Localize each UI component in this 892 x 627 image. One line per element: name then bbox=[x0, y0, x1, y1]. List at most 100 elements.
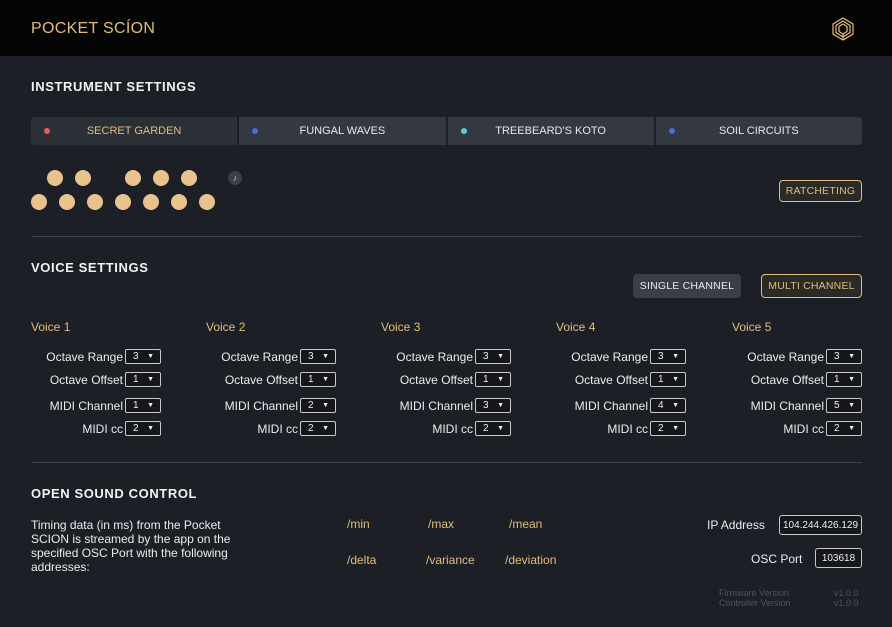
osc-address-max: /max bbox=[428, 517, 455, 531]
tab-secret-garden[interactable]: SECRET GARDEN bbox=[31, 117, 238, 145]
ip-address-label: IP Address bbox=[707, 518, 765, 532]
caret-down-icon: ▼ bbox=[848, 425, 855, 432]
octave-range-row: Octave Range 3 ▼ bbox=[556, 349, 686, 364]
octave-offset-row: Octave Offset 1 ▼ bbox=[381, 372, 511, 387]
blue-dot-icon bbox=[668, 128, 675, 134]
voice-title: Voice 1 bbox=[31, 320, 71, 334]
midi-channel-select[interactable]: 2 ▼ bbox=[300, 398, 336, 413]
tab-label: SECRET GARDEN bbox=[86, 125, 182, 137]
midi-cc-select[interactable]: 2 ▼ bbox=[300, 421, 336, 436]
octave-offset-label: Octave Offset bbox=[574, 373, 648, 387]
osc-port-field[interactable]: 103618 bbox=[815, 548, 862, 568]
octave-offset-select[interactable]: 1 ▼ bbox=[125, 372, 161, 387]
octave-range-label: Octave Range bbox=[221, 350, 298, 364]
octave-offset-label: Octave Offset bbox=[750, 373, 824, 387]
midi-channel-select[interactable]: 4 ▼ bbox=[650, 398, 686, 413]
octave-offset-select[interactable]: 1 ▼ bbox=[300, 372, 336, 387]
octave-range-row: Octave Range 3 ▼ bbox=[31, 349, 161, 364]
music-note-icon[interactable]: ♪ bbox=[228, 171, 242, 185]
octave-offset-label: Octave Offset bbox=[49, 373, 123, 387]
midi-channel-label: MIDI Channel bbox=[49, 399, 123, 413]
step-key[interactable] bbox=[199, 194, 215, 210]
midi-channel-select[interactable]: 3 ▼ bbox=[475, 398, 511, 413]
octave-range-select[interactable]: 3 ▼ bbox=[125, 349, 161, 364]
midi-cc-select[interactable]: 2 ▼ bbox=[475, 421, 511, 436]
step-key[interactable] bbox=[181, 170, 197, 186]
caret-down-icon: ▼ bbox=[322, 425, 329, 432]
voice-3-settings: Voice 3 Octave Range 3 ▼ Octave Offset 1 ▼… bbox=[381, 320, 541, 440]
voice-1-settings: Voice 1 Octave Range 3 ▼ Octave Offset 1 ▼… bbox=[31, 320, 191, 440]
midi-cc-select[interactable]: 2 ▼ bbox=[125, 421, 161, 436]
caret-down-icon: ▼ bbox=[147, 402, 154, 409]
octave-range-select[interactable]: 3 ▼ bbox=[475, 349, 511, 364]
firmware-version-value: v1.0.0 bbox=[834, 588, 859, 598]
octave-range-select[interactable]: 3 ▼ bbox=[650, 349, 686, 364]
step-key[interactable] bbox=[59, 194, 75, 210]
caret-down-icon: ▼ bbox=[147, 376, 154, 383]
osc-address-mean: /mean bbox=[509, 517, 543, 531]
octave-range-label: Octave Range bbox=[747, 350, 824, 364]
octave-range-select[interactable]: 3 ▼ bbox=[826, 349, 862, 364]
single-channel-button[interactable]: SINGLE CHANNEL bbox=[633, 274, 741, 298]
mushroom-logo-icon bbox=[832, 17, 854, 41]
divider bbox=[31, 462, 862, 463]
step-key[interactable] bbox=[47, 170, 63, 186]
octave-range-label: Octave Range bbox=[396, 350, 473, 364]
osc-description: Timing data (in ms) from the Pocket SCIO… bbox=[31, 518, 231, 574]
ip-address-field[interactable]: 104.244.426.129 bbox=[779, 515, 862, 535]
voice-4-settings: Voice 4 Octave Range 3 ▼ Octave Offset 1 ▼… bbox=[556, 320, 716, 440]
blue-dot-icon bbox=[252, 128, 259, 134]
step-key[interactable] bbox=[153, 170, 169, 186]
osc-port-label: OSC Port bbox=[751, 552, 803, 566]
midi-channel-select[interactable]: 5 ▼ bbox=[826, 398, 862, 413]
firmware-version-label: Firmware Version bbox=[719, 588, 790, 598]
midi-cc-label: MIDI cc bbox=[783, 422, 824, 436]
step-key[interactable] bbox=[87, 194, 103, 210]
octave-offset-row: Octave Offset 1 ▼ bbox=[31, 372, 161, 387]
tab-fungal-waves[interactable]: FUNGAL WAVES bbox=[239, 117, 446, 145]
caret-down-icon: ▼ bbox=[147, 425, 154, 432]
step-key[interactable] bbox=[75, 170, 91, 186]
octave-offset-row: Octave Offset 1 ▼ bbox=[556, 372, 686, 387]
caret-down-icon: ▼ bbox=[497, 402, 504, 409]
caret-down-icon: ▼ bbox=[322, 353, 329, 360]
caret-down-icon: ▼ bbox=[322, 402, 329, 409]
tab-label: TREEBEARD'S KOTO bbox=[495, 125, 606, 137]
midi-cc-label: MIDI cc bbox=[607, 422, 648, 436]
caret-down-icon: ▼ bbox=[322, 376, 329, 383]
midi-cc-row: MIDI cc 2 ▼ bbox=[732, 421, 862, 436]
octave-range-select[interactable]: 3 ▼ bbox=[300, 349, 336, 364]
octave-offset-select[interactable]: 1 ▼ bbox=[650, 372, 686, 387]
midi-cc-row: MIDI cc 2 ▼ bbox=[381, 421, 511, 436]
voice-2-settings: Voice 2 Octave Range 3 ▼ Octave Offset 1 ▼… bbox=[206, 320, 366, 440]
step-key[interactable] bbox=[31, 194, 47, 210]
ratcheting-button[interactable]: RATCHETING bbox=[779, 180, 862, 202]
instrument-tabs: SECRET GARDEN FUNGAL WAVES TREEBEARD'S K… bbox=[31, 117, 862, 145]
divider bbox=[31, 236, 862, 237]
midi-channel-label: MIDI Channel bbox=[399, 399, 473, 413]
step-key[interactable] bbox=[171, 194, 187, 210]
tab-treebeards-koto[interactable]: TREEBEARD'S KOTO bbox=[447, 117, 654, 145]
octave-offset-select[interactable]: 1 ▼ bbox=[826, 372, 862, 387]
midi-channel-row: MIDI Channel 2 ▼ bbox=[206, 398, 336, 413]
midi-channel-select[interactable]: 1 ▼ bbox=[125, 398, 161, 413]
octave-range-label: Octave Range bbox=[571, 350, 648, 364]
midi-cc-row: MIDI cc 2 ▼ bbox=[31, 421, 161, 436]
step-key[interactable] bbox=[115, 194, 131, 210]
osc-address-deviation: /deviation bbox=[505, 553, 557, 567]
osc-address-delta: /delta bbox=[347, 553, 377, 567]
osc-address-min: /min bbox=[347, 517, 370, 531]
tab-soil-circuits[interactable]: SOIL CIRCUITS bbox=[655, 117, 862, 145]
caret-down-icon: ▼ bbox=[848, 376, 855, 383]
app-title: POCKET SCÍON bbox=[31, 20, 156, 37]
midi-cc-select[interactable]: 2 ▼ bbox=[650, 421, 686, 436]
caret-down-icon: ▼ bbox=[497, 376, 504, 383]
step-key[interactable] bbox=[125, 170, 141, 186]
octave-offset-select[interactable]: 1 ▼ bbox=[475, 372, 511, 387]
midi-channel-label: MIDI Channel bbox=[574, 399, 648, 413]
midi-channel-row: MIDI Channel 3 ▼ bbox=[381, 398, 511, 413]
midi-cc-select[interactable]: 2 ▼ bbox=[826, 421, 862, 436]
step-key[interactable] bbox=[143, 194, 159, 210]
octave-range-row: Octave Range 3 ▼ bbox=[381, 349, 511, 364]
multi-channel-button[interactable]: MULTI CHANNEL bbox=[761, 274, 862, 298]
